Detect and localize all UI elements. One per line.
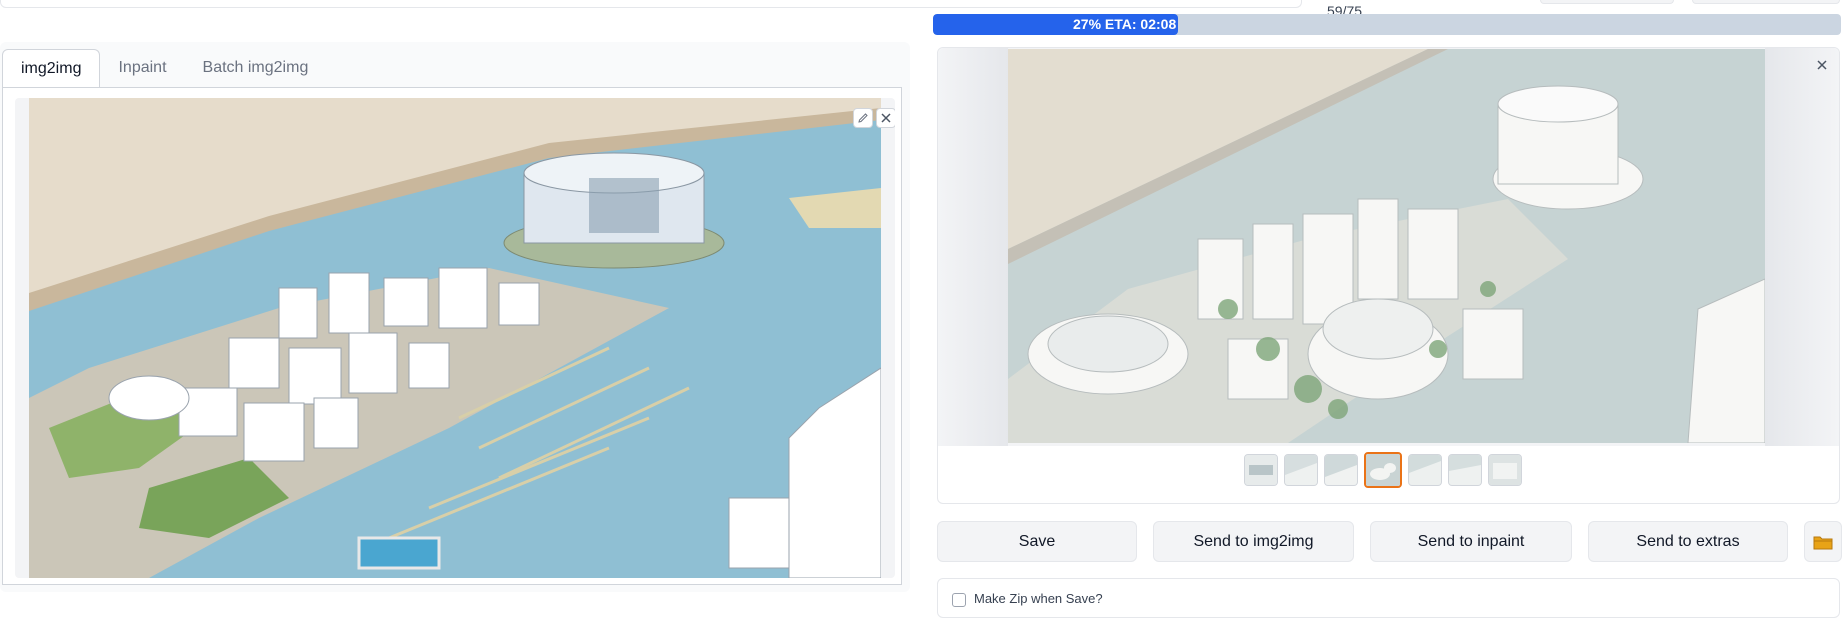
tab-content [2, 87, 902, 585]
progress-bar: 27% ETA: 02:08 [933, 14, 1841, 35]
gallery-thumbnail[interactable] [1284, 454, 1318, 486]
close-icon [881, 113, 891, 123]
pencil-icon [858, 113, 868, 123]
make-zip-checkbox[interactable] [952, 593, 966, 607]
tab-inpaint[interactable]: Inpaint [100, 49, 184, 87]
tab-batch-img2img[interactable]: Batch img2img [185, 49, 327, 87]
send-to-extras-button[interactable]: Send to extras [1588, 521, 1788, 562]
edit-image-button[interactable] [853, 108, 873, 128]
img2img-panel: img2img Inpaint Batch img2img [0, 42, 910, 592]
prompt-box-edge [0, 0, 1302, 8]
clear-image-button[interactable] [876, 108, 895, 128]
gallery-thumbnail[interactable] [1488, 454, 1522, 486]
output-gallery [937, 47, 1840, 504]
thumbnail-strip [1244, 452, 1522, 488]
make-zip-label: Make Zip when Save? [974, 591, 1103, 606]
progress-text: 27% ETA: 02:08 [1073, 16, 1177, 32]
open-folder-button[interactable] [1804, 521, 1842, 562]
save-button[interactable]: Save [937, 521, 1137, 562]
gallery-thumbnail[interactable] [1324, 454, 1358, 486]
make-zip-option: Make Zip when Save? [937, 578, 1840, 618]
input-image[interactable] [29, 98, 881, 578]
send-to-inpaint-button[interactable]: Send to inpaint [1370, 521, 1572, 562]
output-image[interactable] [1008, 49, 1765, 443]
mode-tabs: img2img Inpaint Batch img2img [2, 49, 327, 89]
gallery-thumbnail[interactable] [1448, 454, 1482, 486]
gallery-preview [938, 48, 1839, 446]
gallery-left-gutter [938, 48, 1008, 446]
gallery-right-gutter [1765, 48, 1839, 446]
folder-icon [1813, 536, 1833, 549]
top-button-edge [1540, 0, 1674, 4]
close-icon [1817, 60, 1827, 70]
gallery-thumbnail-selected[interactable] [1364, 452, 1402, 488]
top-button-edge [1692, 0, 1840, 4]
close-preview-button[interactable] [1814, 57, 1830, 73]
tab-img2img[interactable]: img2img [2, 49, 101, 89]
send-to-img2img-button[interactable]: Send to img2img [1153, 521, 1354, 562]
gallery-thumbnail[interactable] [1408, 454, 1442, 486]
gallery-thumbnail[interactable] [1244, 454, 1278, 486]
input-image-area[interactable] [15, 98, 895, 578]
